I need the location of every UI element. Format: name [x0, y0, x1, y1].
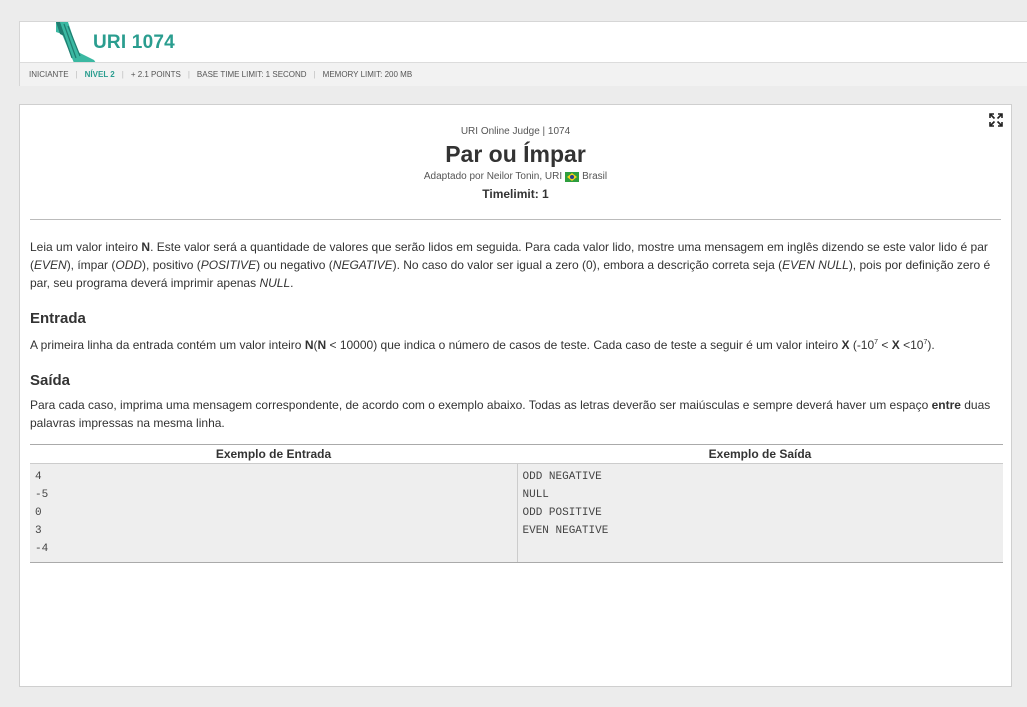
problem-meta-bar: INICIANTE | NÍVEL 2 | + 2.1 POINTS | BAS…	[20, 62, 1027, 86]
sample-io-table: Exemplo de Entrada Exemplo de Saída 4 -5…	[30, 444, 1003, 563]
memory-limit-label: MEMORY LIMIT: 200 MB	[322, 70, 413, 79]
adapted-by: Adaptado por Neilor Tonin, URI Brasil	[20, 171, 1011, 182]
output-section-text: Para cada caso, imprima uma mensagem cor…	[30, 398, 991, 430]
problem-body: Leia um valor inteiro N. Este valor será…	[20, 238, 1011, 432]
timelimit-label: Timelimit: 1	[482, 187, 549, 201]
adapted-by-text: Adaptado por Neilor Tonin, URI	[423, 171, 563, 182]
sample-input-header: Exemplo de Entrada	[30, 444, 517, 464]
sample-output-line: EVEN NEGATIVE	[522, 525, 609, 537]
output-section-title: Saída	[30, 372, 71, 389]
problem-header: URI 1074 INICIANTE | NÍVEL 2 | + 2.1 POI…	[19, 21, 1027, 86]
sample-output-header: Exemplo de Saída	[517, 444, 1003, 464]
problem-description: Leia um valor inteiro N. Este valor será…	[30, 240, 991, 290]
level-label: NÍVEL 2	[84, 70, 115, 79]
divider	[30, 219, 1001, 220]
brazil-flag-icon	[565, 171, 580, 182]
page-title: Par ou Ímpar	[445, 141, 586, 167]
points-label: + 2.1 POINTS	[130, 70, 181, 79]
time-limit-label: BASE TIME LIMIT: 1 SECOND	[196, 70, 307, 79]
sample-output-line: ODD POSITIVE	[522, 507, 602, 519]
judge-label: URI Online Judge | 1074	[460, 126, 571, 137]
sample-input-line: -5	[35, 489, 49, 501]
sample-input-line: 3	[35, 525, 42, 537]
problem-code: URI 1074	[93, 32, 175, 53]
sample-output-line: NULL	[522, 489, 549, 501]
sample-input-line: -4	[35, 543, 49, 555]
sample-output-line: ODD NEGATIVE	[522, 471, 602, 483]
expand-icon[interactable]	[989, 113, 1003, 127]
category-label: INICIANTE	[29, 70, 69, 79]
sample-input[interactable]: 4 -5 0 3 -4	[30, 463, 518, 563]
sample-input-line: 0	[35, 507, 42, 519]
input-section-title: Entrada	[30, 310, 86, 327]
problem-statement-card: URI Online Judge | 1074 Par ou Ímpar Ada…	[19, 104, 1012, 687]
sample-input-line: 4	[35, 471, 42, 483]
uri-logo	[56, 22, 96, 63]
input-section-text: A primeira linha da entrada contém um va…	[30, 338, 935, 352]
problem-heading: URI Online Judge | 1074 Par ou Ímpar Ada…	[20, 105, 1011, 201]
sample-output[interactable]: ODD NEGATIVE NULL ODD POSITIVE EVEN NEGA…	[517, 463, 1003, 563]
country-label: Brasil	[582, 171, 608, 182]
